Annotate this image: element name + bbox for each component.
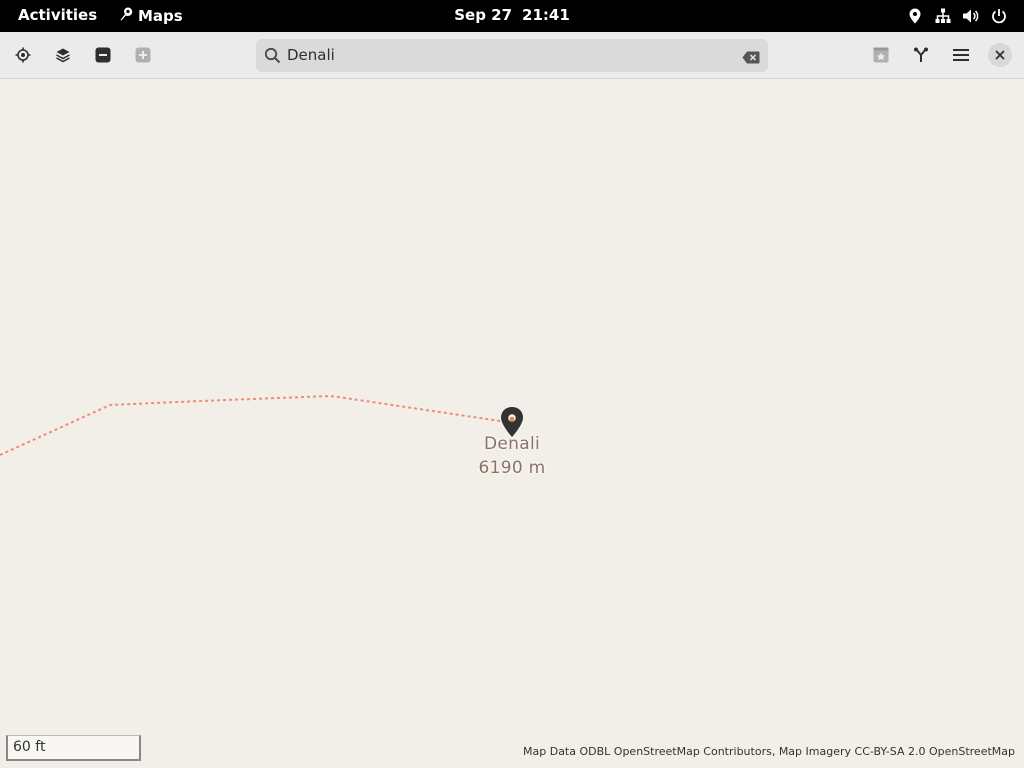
main-menu-button[interactable] <box>946 41 976 69</box>
favorites-button[interactable] <box>866 41 896 69</box>
zoom-out-button[interactable] <box>88 41 118 69</box>
scale-bar: 60 ft <box>6 735 141 761</box>
plus-icon <box>135 47 151 63</box>
close-icon <box>995 50 1005 60</box>
minus-icon <box>95 47 111 63</box>
map-view[interactable]: Denali 6190 m 60 ft Map Data ODBL OpenSt… <box>0 79 1024 768</box>
clear-search-icon[interactable] <box>742 49 760 68</box>
location-icon[interactable] <box>906 7 924 25</box>
search-icon <box>264 47 281 68</box>
zoom-in-button[interactable] <box>128 41 158 69</box>
layers-icon <box>55 47 71 63</box>
header-bar: Denali <box>0 32 1024 79</box>
search-text: Denali <box>287 46 335 64</box>
route-planner-button[interactable] <box>906 41 936 69</box>
clock-date: Sep 27 <box>454 6 513 24</box>
clock[interactable]: Sep 27 21:41 <box>0 6 1024 24</box>
network-icon[interactable] <box>934 7 952 25</box>
close-button[interactable] <box>988 43 1012 67</box>
clock-time: 21:41 <box>522 6 570 24</box>
place-elevation: 6190 m <box>478 458 546 478</box>
map-attribution: Map Data ODBL OpenStreetMap Contributors… <box>523 745 1015 758</box>
place-label: Denali 6190 m <box>452 432 572 480</box>
scale-label: 60 ft <box>13 739 46 755</box>
place-name: Denali <box>484 434 540 454</box>
search-input[interactable]: Denali <box>256 39 768 72</box>
route-icon <box>913 47 929 63</box>
crosshair-icon <box>15 47 31 63</box>
map-layers-button[interactable] <box>48 41 78 69</box>
bookmark-star-icon <box>873 47 889 63</box>
locate-me-button[interactable] <box>8 41 38 69</box>
volume-icon[interactable] <box>962 7 980 25</box>
top-bar: Activities Maps Sep 27 21:41 <box>0 0 1024 32</box>
hamburger-menu-icon <box>953 48 969 62</box>
power-icon[interactable] <box>990 7 1008 25</box>
